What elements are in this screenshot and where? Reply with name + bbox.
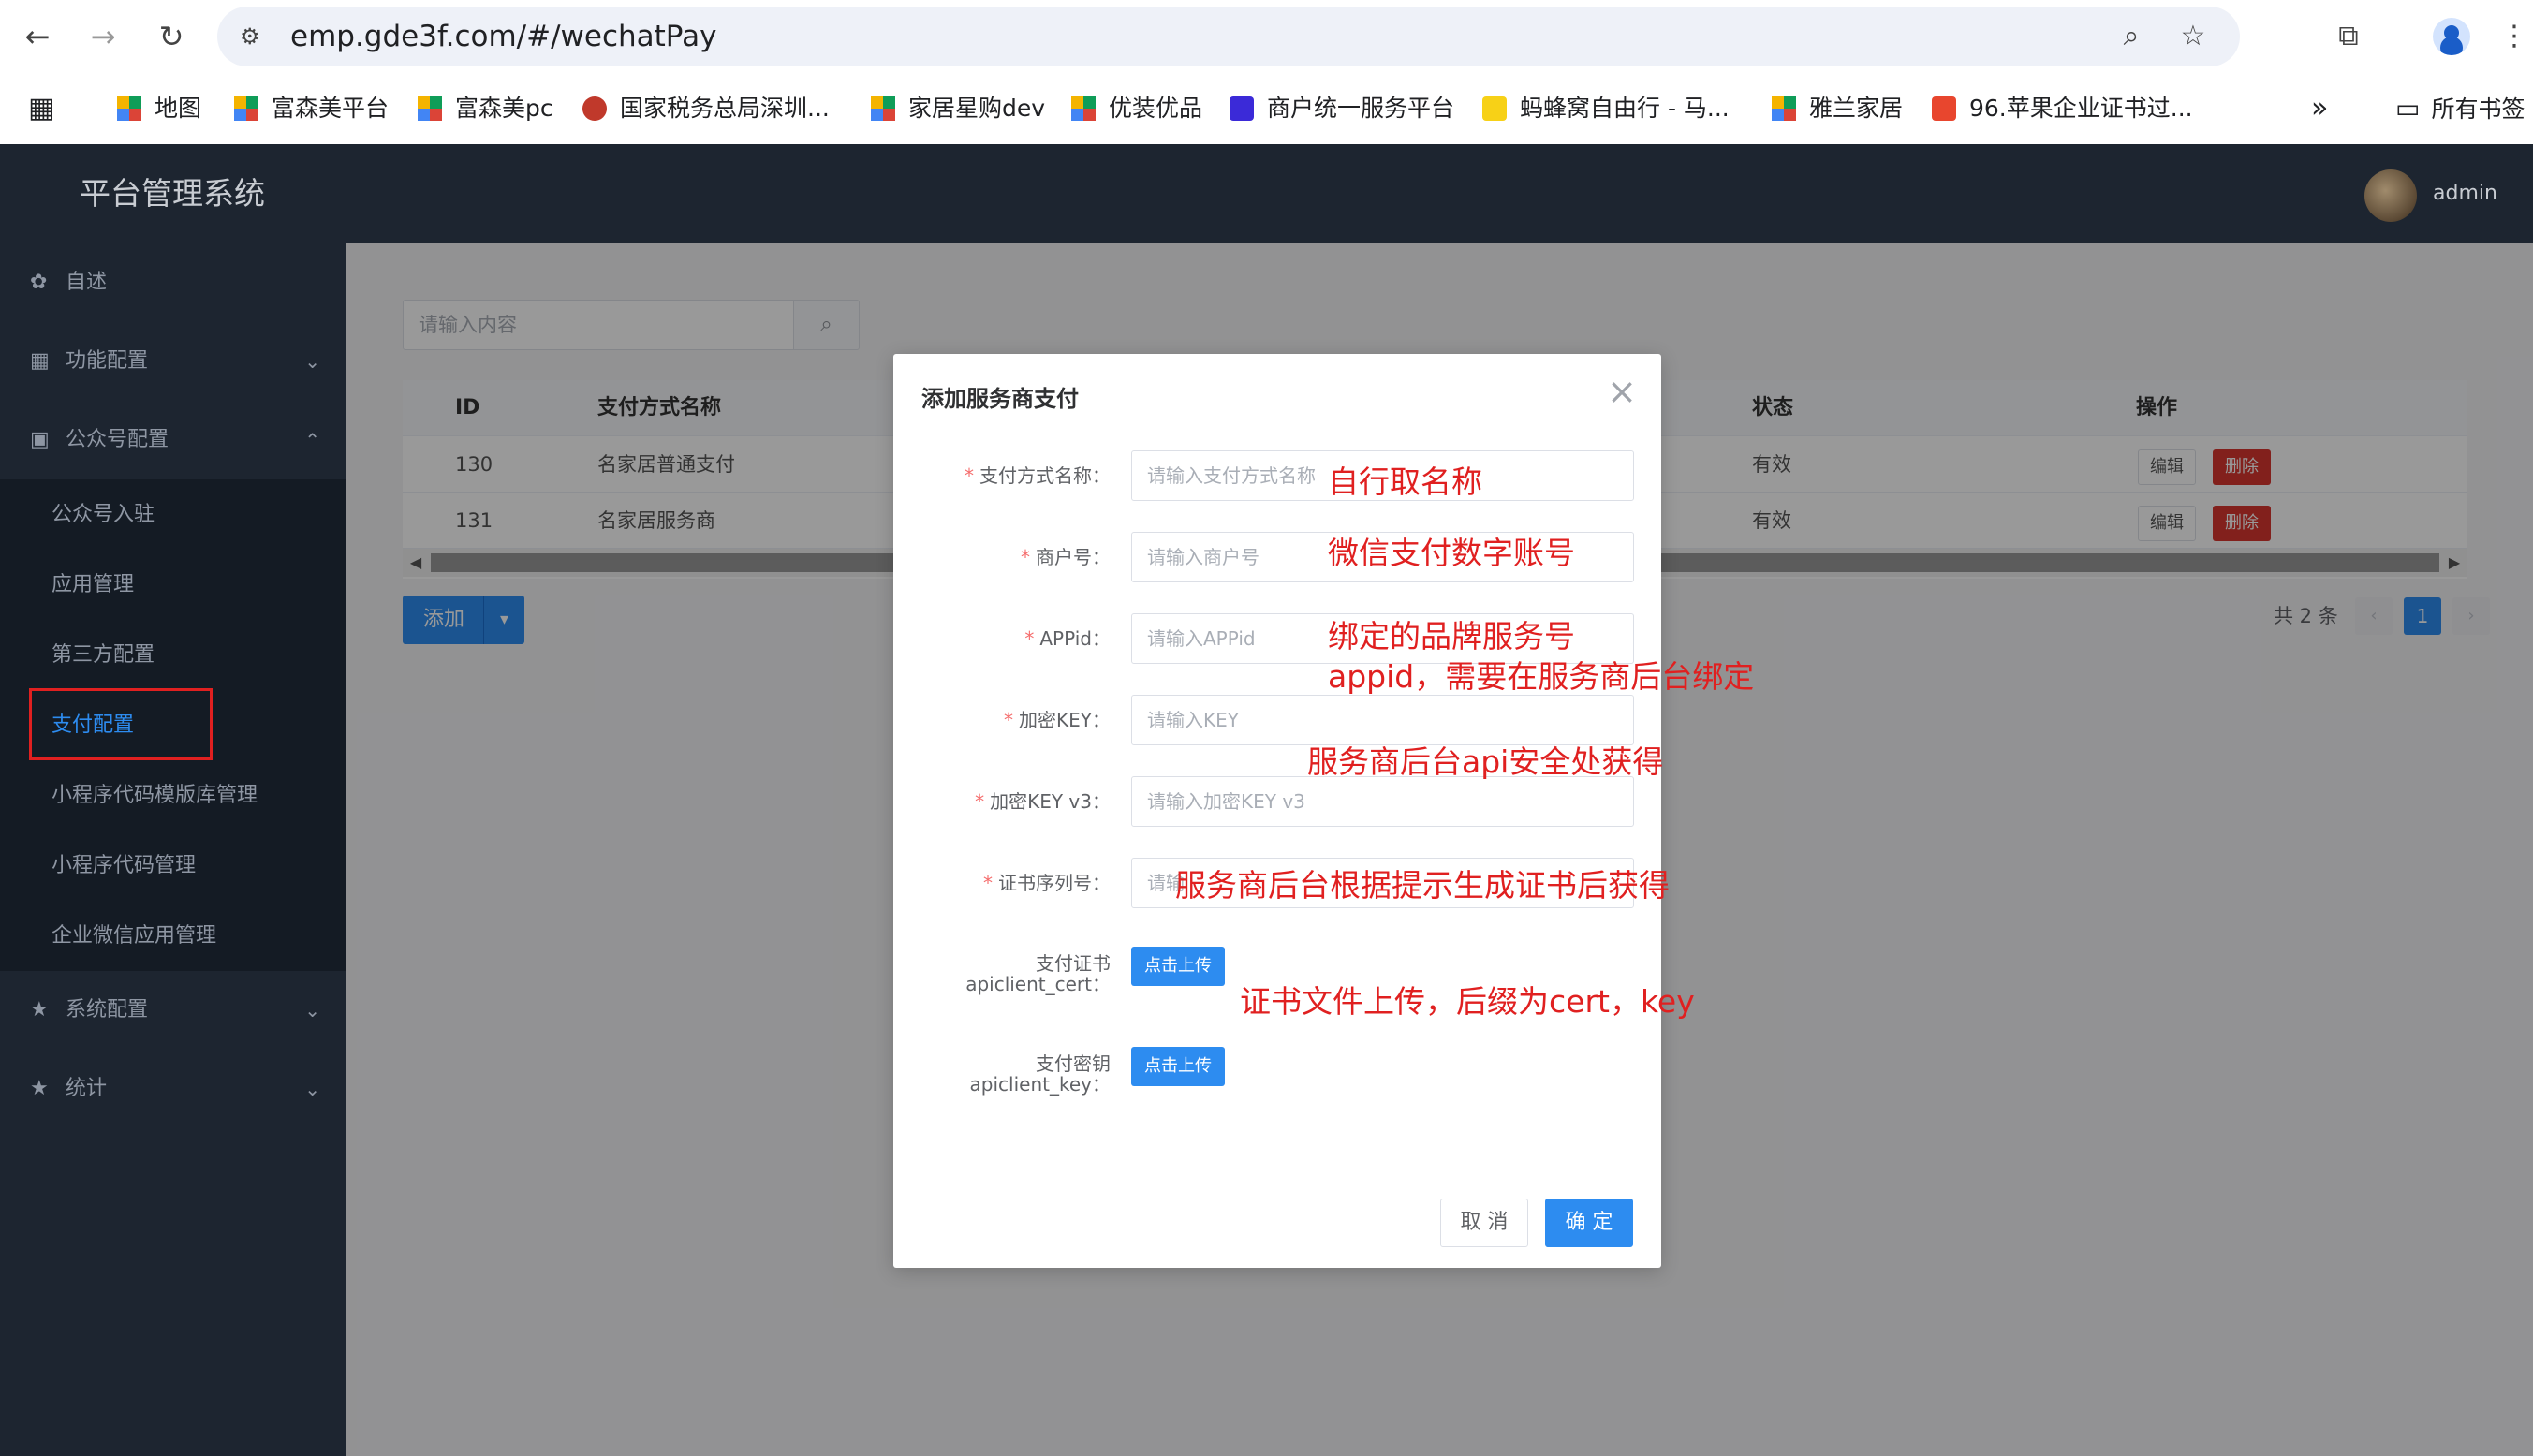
- app-header: 平台管理系统 admin: [0, 144, 2533, 243]
- site-icon: [1772, 96, 1796, 121]
- sidebar-subitem[interactable]: 企业微信应用管理: [0, 901, 346, 971]
- close-icon[interactable]: ×: [1603, 373, 1641, 410]
- bookmark-item[interactable]: 雅兰家居: [1772, 90, 1903, 127]
- annotation-text: 服务商后台根据提示生成证书后获得: [1175, 867, 1670, 904]
- menu-kebab-icon[interactable]: ⋮: [2496, 18, 2533, 55]
- url-text[interactable]: emp.gde3f.com/#/wechatPay: [290, 7, 716, 66]
- site-icon: [234, 96, 258, 121]
- sidebar-subitem[interactable]: 公众号入驻: [0, 479, 346, 550]
- confirm-button[interactable]: 确 定: [1545, 1199, 1633, 1247]
- bookmarks-bar: ▦ 地图 富森美平台 富森美pc 国家税务总局深圳... 家居星购dev 优装优…: [0, 73, 2533, 144]
- field-label: * 证书序列号：: [983, 872, 1111, 894]
- reload-icon[interactable]: ↻: [153, 18, 190, 55]
- chevron-down-icon: ⌄: [304, 999, 320, 1022]
- annotation-text: 绑定的品牌服务号: [1328, 618, 1575, 654]
- site-icon: [418, 96, 442, 121]
- zoom-icon[interactable]: ⌕: [2113, 18, 2150, 55]
- bookmark-item[interactable]: 地图: [117, 90, 201, 127]
- grid-icon: ▦: [30, 349, 50, 373]
- key-v3-input[interactable]: 请输入加密KEY v3: [1131, 776, 1634, 827]
- field-label: 支付密钥 apiclient_key：: [969, 1052, 1111, 1096]
- bookmark-item[interactable]: 富森美平台: [234, 90, 389, 127]
- field-label: * 加密KEY：: [1004, 709, 1111, 731]
- sidebar-subitem[interactable]: 小程序代码模版库管理: [0, 760, 346, 831]
- bookmark-star-icon[interactable]: ☆: [2174, 18, 2212, 55]
- tax-emblem-icon: [582, 96, 607, 121]
- star-icon: ★: [30, 1077, 49, 1100]
- bookmark-item[interactable]: 富森美pc: [418, 90, 553, 127]
- merchant-icon: [1230, 96, 1254, 121]
- key-input[interactable]: 请输入KEY: [1131, 695, 1634, 745]
- c-site-icon: [1932, 96, 1956, 121]
- field-label: * 商户号：: [1021, 546, 1111, 568]
- site-icon: [871, 96, 895, 121]
- cancel-button[interactable]: 取 消: [1440, 1199, 1528, 1247]
- upload-cert-button[interactable]: 点击上传: [1131, 947, 1225, 986]
- bookmark-item[interactable]: 商户统一服务平台: [1230, 90, 1454, 127]
- sidebar-item-system-config[interactable]: ★ 系统配置 ⌄: [0, 971, 346, 1050]
- sidebar-item-statistics[interactable]: ★ 统计 ⌄: [0, 1050, 346, 1128]
- more-bookmarks-icon[interactable]: »: [2311, 90, 2328, 127]
- sidebar-subitem[interactable]: 第三方配置: [0, 620, 346, 690]
- add-payment-dialog: 添加服务商支付 × * 支付方式名称： 请输入支付方式名称 * 商户号： 请输入商户…: [893, 354, 1661, 1268]
- folder-icon: ▭: [2395, 93, 2421, 124]
- bookmark-item[interactable]: 优装优品: [1071, 90, 1202, 127]
- bookmark-item[interactable]: 家居星购dev: [871, 90, 1045, 127]
- field-label: * 加密KEY v3：: [975, 790, 1111, 813]
- annotation-text: 微信支付数字账号: [1328, 535, 1575, 571]
- maps-icon: [117, 96, 141, 121]
- bookmark-item[interactable]: 国家税务总局深圳...: [582, 90, 830, 127]
- site-icon: [1071, 96, 1096, 121]
- annotation-text: 证书文件上传，后缀为cert，key: [1240, 983, 1695, 1020]
- field-label: 支付证书 apiclient_cert：: [965, 952, 1111, 995]
- browser-toolbar: ← → ↻ ⚙ emp.gde3f.com/#/wechatPay ☆ ⌕ ⧉ …: [0, 0, 2533, 73]
- mafengwo-icon: [1482, 96, 1507, 121]
- sidebar-subitem[interactable]: 应用管理: [0, 550, 346, 620]
- bookmark-item[interactable]: 蚂蜂窝自由行 - 马...: [1482, 90, 1730, 127]
- sidebar-item-readme[interactable]: ✿ 自述: [0, 243, 346, 322]
- gear-icon: ✿: [30, 271, 48, 294]
- annotation-text: 自行取名称: [1328, 463, 1482, 500]
- bookmark-item[interactable]: 96.苹果企业证书过...: [1932, 90, 2193, 127]
- sidebar-item-function-config[interactable]: ▦ 功能配置 ⌄: [0, 322, 346, 401]
- upload-key-button[interactable]: 点击上传: [1131, 1047, 1225, 1086]
- chevron-up-icon: ⌃: [304, 429, 320, 451]
- user-name[interactable]: admin: [2433, 144, 2497, 243]
- chevron-down-icon: ⌄: [304, 350, 320, 373]
- profile-icon[interactable]: [2433, 18, 2470, 55]
- annotation-text: appid，需要在服务商后台绑定: [1328, 658, 1755, 695]
- forward-icon[interactable]: →: [84, 18, 122, 55]
- app-title: 平台管理系统: [80, 175, 265, 212]
- back-icon[interactable]: ←: [19, 18, 56, 55]
- annotation-text: 服务商后台api安全处获得: [1307, 743, 1664, 780]
- chevron-down-icon: ⌄: [304, 1078, 320, 1100]
- sidebar-item-official-account[interactable]: ▣ 公众号配置 ⌃: [0, 401, 346, 479]
- highlight-box: [29, 688, 213, 760]
- apps-icon[interactable]: ▦: [28, 90, 54, 127]
- avatar[interactable]: [2364, 169, 2417, 222]
- sidebar-subitem[interactable]: 小程序代码管理: [0, 831, 346, 901]
- calendar-icon: ▣: [30, 428, 50, 451]
- dialog-title: 添加服务商支付: [921, 386, 1079, 412]
- field-label: * APPid：: [1024, 627, 1111, 650]
- star-icon: ★: [30, 998, 49, 1022]
- field-label: * 支付方式名称：: [965, 464, 1111, 487]
- extensions-icon[interactable]: ⧉: [2330, 18, 2367, 55]
- all-bookmarks-folder[interactable]: ▭ 所有书签: [2395, 90, 2525, 127]
- sidebar: ✿ 自述 ▦ 功能配置 ⌄ ▣ 公众号配置 ⌃ 公众号入驻 应用管理 第三方配置…: [0, 243, 346, 1456]
- address-bar[interactable]: ⚙ emp.gde3f.com/#/wechatPay ☆ ⌕: [217, 7, 2240, 66]
- site-settings-icon[interactable]: ⚙: [240, 23, 268, 50]
